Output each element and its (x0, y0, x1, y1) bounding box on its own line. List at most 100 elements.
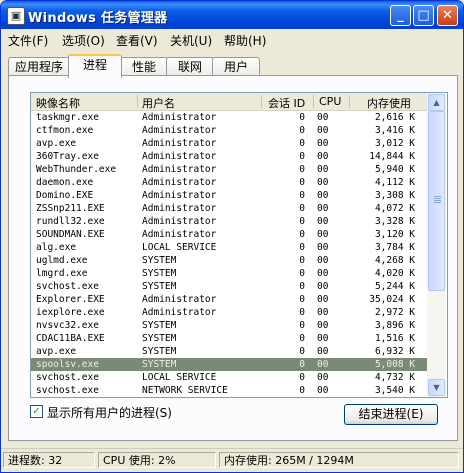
process-row[interactable]: CDAC11BA.EXE SYSTEM 0 00 1,516 K (31, 332, 427, 345)
process-cpu: 00 (317, 125, 329, 136)
process-name: avp.exe (36, 346, 77, 357)
process-row[interactable]: svchost.exe SYSTEM 0 00 5,244 K (31, 280, 427, 293)
process-cpu: 00 (317, 216, 329, 227)
process-row[interactable]: 360Tray.exe Administrator 0 00 14,844 K (31, 150, 427, 163)
tab-networking[interactable]: 联网 (166, 57, 214, 76)
process-row[interactable]: taskmgr.exe Administrator 0 00 2,616 K (31, 111, 427, 124)
process-cpu: 00 (317, 190, 329, 201)
show-all-users-label[interactable]: 显示所有用户的进程(S) (47, 404, 172, 421)
process-session-id: 0 (299, 307, 305, 318)
show-all-users-checkbox[interactable]: ✓ (30, 405, 43, 418)
process-cpu: 00 (317, 346, 329, 357)
process-session-id: 0 (299, 138, 305, 149)
menu-view[interactable]: 查看(V) (116, 32, 158, 49)
column-session-id[interactable]: 会话 ID (268, 95, 305, 111)
column-divider[interactable] (261, 95, 262, 108)
process-row[interactable]: iexplore.exe Administrator 0 00 2,972 K (31, 306, 427, 319)
process-user: LOCAL SERVICE (142, 372, 217, 383)
task-manager-window: ▣ Windows 任务管理器 _ □ ✕ 文件(F) 选项(O) 查看(V) … (0, 0, 464, 473)
process-session-id: 0 (299, 177, 305, 188)
process-name: svchost.exe (36, 281, 99, 292)
process-name: svchost.exe (36, 372, 99, 383)
process-user: Administrator (142, 138, 217, 149)
process-user: Administrator (142, 216, 217, 227)
process-memory: 5,244 K (374, 281, 415, 292)
process-user: Administrator (142, 125, 217, 136)
process-session-id: 0 (299, 112, 305, 123)
process-name: alg.exe (36, 242, 77, 253)
process-name: daemon.exe (36, 177, 94, 188)
minimize-button[interactable]: _ (390, 5, 411, 26)
process-user: SYSTEM (142, 320, 177, 331)
menu-options[interactable]: 选项(O) (62, 32, 105, 49)
process-user: Administrator (142, 177, 217, 188)
process-row[interactable]: svchost.exe LOCAL SERVICE 0 00 4,732 K (31, 371, 427, 384)
tab-performance[interactable]: 性能 (120, 57, 168, 76)
status-memory-usage: 内存使用: 265M / 1294M (219, 452, 459, 468)
status-bar: 进程数: 32 CPU 使用: 2% 内存使用: 265M / 1294M (1, 448, 463, 471)
process-session-id: 0 (299, 281, 305, 292)
process-row[interactable]: ctfmon.exe Administrator 0 00 3,416 K (31, 124, 427, 137)
process-row[interactable]: daemon.exe Administrator 0 00 4,112 K (31, 176, 427, 189)
process-cpu: 00 (317, 164, 329, 175)
process-row[interactable]: uglmd.exe SYSTEM 0 00 4,268 K (31, 254, 427, 267)
process-name: avp.exe (36, 138, 77, 149)
process-user: Administrator (142, 294, 217, 305)
menu-file[interactable]: 文件(F) (8, 32, 48, 49)
process-name: uglmd.exe (36, 255, 88, 266)
process-row[interactable]: alg.exe LOCAL SERVICE 0 00 3,784 K (31, 241, 427, 254)
title-bar[interactable]: ▣ Windows 任务管理器 _ □ ✕ (1, 1, 463, 29)
process-row[interactable]: avp.exe Administrator 0 00 3,012 K (31, 137, 427, 150)
process-row[interactable]: Domino.EXE Administrator 0 00 3,308 K (31, 189, 427, 202)
status-process-count: 进程数: 32 (3, 452, 95, 468)
maximize-button[interactable]: □ (413, 5, 434, 26)
process-user: Administrator (142, 307, 217, 318)
process-session-id: 0 (299, 268, 305, 279)
column-memory[interactable]: 内存使用 (367, 95, 411, 111)
end-process-button[interactable]: 结束进程(E) (344, 404, 438, 425)
process-name: 360Tray.exe (36, 151, 99, 162)
column-user-name[interactable]: 用户名 (142, 95, 175, 111)
tab-applications[interactable]: 应用程序 (8, 57, 70, 76)
tab-processes[interactable]: 进程 (68, 54, 122, 78)
process-memory: 5,008 K (374, 359, 415, 370)
process-row[interactable]: spoolsv.exe SYSTEM 0 00 5,008 K (31, 358, 427, 371)
process-row[interactable]: avp.exe SYSTEM 0 00 6,932 K (31, 345, 427, 358)
grip-line (434, 198, 441, 199)
process-row[interactable]: svchost.exe NETWORK SERVICE 0 00 3,540 K (31, 384, 427, 397)
processes-panel: 映像名称 用户名 会话 ID CPU 内存使用 taskmgr.exe Admin… (8, 75, 458, 441)
process-memory: 2,972 K (374, 307, 415, 318)
process-memory: 4,732 K (374, 372, 415, 383)
process-memory: 1,516 K (374, 333, 415, 344)
process-name: Explorer.EXE (36, 294, 105, 305)
process-memory: 4,020 K (374, 268, 415, 279)
process-list[interactable]: 映像名称 用户名 会话 ID CPU 内存使用 taskmgr.exe Admin… (30, 92, 448, 398)
process-session-id: 0 (299, 203, 305, 214)
process-row[interactable]: nvsvc32.exe SYSTEM 0 00 3,896 K (31, 319, 427, 332)
process-row[interactable]: rundll32.exe Administrator 0 00 3,328 K (31, 215, 427, 228)
process-session-id: 0 (299, 151, 305, 162)
scroll-down-button[interactable]: ▼ (428, 379, 445, 396)
menu-shutdown[interactable]: 关机(U) (170, 32, 212, 49)
scroll-thumb[interactable] (428, 111, 445, 291)
process-memory: 5,940 K (374, 164, 415, 175)
process-row[interactable]: ZSSnp211.EXE Administrator 0 00 4,072 K (31, 202, 427, 215)
menu-help[interactable]: 帮助(H) (224, 32, 266, 49)
tab-users[interactable]: 用户 (212, 57, 260, 76)
process-row[interactable]: SOUNDMAN.EXE Administrator 0 00 3,120 K (31, 228, 427, 241)
column-divider[interactable] (137, 95, 138, 108)
column-divider[interactable] (313, 95, 314, 108)
vertical-scrollbar[interactable]: ▲ ▼ (427, 93, 446, 397)
scroll-up-button[interactable]: ▲ (428, 94, 445, 111)
column-cpu[interactable]: CPU (319, 95, 341, 108)
column-image-name[interactable]: 映像名称 (36, 95, 80, 111)
close-button[interactable]: ✕ (437, 5, 458, 26)
process-row[interactable]: WebThunder.exe Administrator 0 00 5,940 K (31, 163, 427, 176)
process-name: taskmgr.exe (36, 112, 99, 123)
process-row[interactable]: lmgrd.exe SYSTEM 0 00 4,020 K (31, 267, 427, 280)
column-divider[interactable] (349, 95, 350, 108)
process-row[interactable]: Explorer.EXE Administrator 0 00 35,024 K (31, 293, 427, 306)
process-memory: 4,268 K (374, 255, 415, 266)
process-session-id: 0 (299, 229, 305, 240)
grip-line (434, 196, 441, 197)
